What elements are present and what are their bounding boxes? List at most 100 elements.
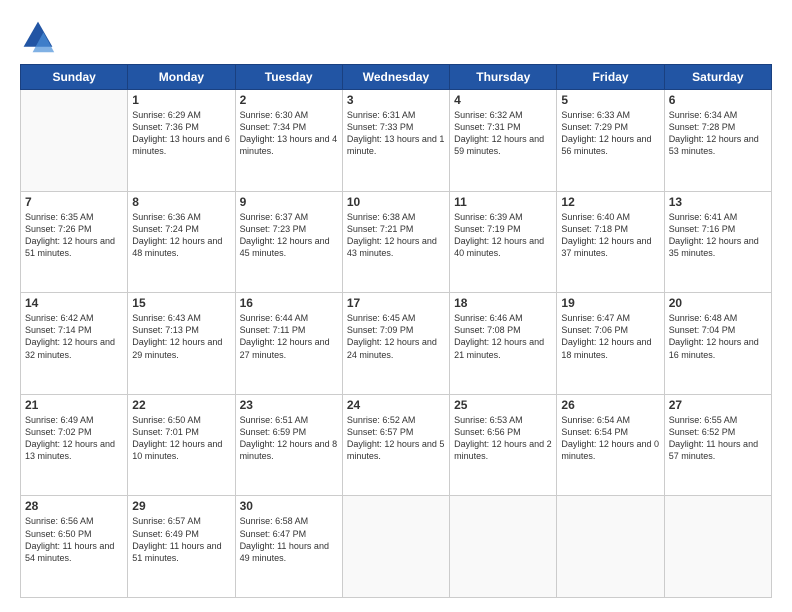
day-info: Sunrise: 6:30 AM Sunset: 7:34 PM Dayligh… [240, 109, 338, 158]
sunset: Sunset: 6:47 PM [240, 529, 307, 539]
sunrise: Sunrise: 6:42 AM [25, 313, 94, 323]
calendar-cell: 28 Sunrise: 6:56 AM Sunset: 6:50 PM Dayl… [21, 496, 128, 598]
daylight: Daylight: 12 hours and 59 minutes. [454, 134, 544, 156]
sunrise: Sunrise: 6:53 AM [454, 415, 523, 425]
sunset: Sunset: 7:06 PM [561, 325, 628, 335]
daylight: Daylight: 11 hours and 49 minutes. [240, 541, 329, 563]
sunrise: Sunrise: 6:55 AM [669, 415, 738, 425]
sunset: Sunset: 7:02 PM [25, 427, 92, 437]
calendar-cell: 14 Sunrise: 6:42 AM Sunset: 7:14 PM Dayl… [21, 293, 128, 395]
sunset: Sunset: 7:13 PM [132, 325, 199, 335]
calendar-cell: 25 Sunrise: 6:53 AM Sunset: 6:56 PM Dayl… [450, 394, 557, 496]
sunrise: Sunrise: 6:30 AM [240, 110, 309, 120]
day-info: Sunrise: 6:55 AM Sunset: 6:52 PM Dayligh… [669, 414, 767, 463]
calendar-cell: 1 Sunrise: 6:29 AM Sunset: 7:36 PM Dayli… [128, 90, 235, 192]
weekday-header-thursday: Thursday [450, 65, 557, 90]
sunrise: Sunrise: 6:32 AM [454, 110, 523, 120]
calendar-cell: 24 Sunrise: 6:52 AM Sunset: 6:57 PM Dayl… [342, 394, 449, 496]
day-number: 12 [561, 195, 659, 209]
day-number: 8 [132, 195, 230, 209]
sunset: Sunset: 6:49 PM [132, 529, 199, 539]
day-number: 29 [132, 499, 230, 513]
day-info: Sunrise: 6:32 AM Sunset: 7:31 PM Dayligh… [454, 109, 552, 158]
calendar-cell: 27 Sunrise: 6:55 AM Sunset: 6:52 PM Dayl… [664, 394, 771, 496]
sunset: Sunset: 7:29 PM [561, 122, 628, 132]
day-number: 11 [454, 195, 552, 209]
daylight: Daylight: 13 hours and 6 minutes. [132, 134, 230, 156]
calendar-cell [342, 496, 449, 598]
sunrise: Sunrise: 6:57 AM [132, 516, 201, 526]
sunrise: Sunrise: 6:50 AM [132, 415, 201, 425]
day-number: 14 [25, 296, 123, 310]
day-info: Sunrise: 6:49 AM Sunset: 7:02 PM Dayligh… [25, 414, 123, 463]
sunset: Sunset: 7:23 PM [240, 224, 307, 234]
calendar-cell: 13 Sunrise: 6:41 AM Sunset: 7:16 PM Dayl… [664, 191, 771, 293]
day-info: Sunrise: 6:48 AM Sunset: 7:04 PM Dayligh… [669, 312, 767, 361]
daylight: Daylight: 12 hours and 35 minutes. [669, 236, 759, 258]
weekday-header-friday: Friday [557, 65, 664, 90]
day-number: 16 [240, 296, 338, 310]
sunrise: Sunrise: 6:48 AM [669, 313, 738, 323]
daylight: Daylight: 12 hours and 2 minutes. [454, 439, 552, 461]
daylight: Daylight: 12 hours and 48 minutes. [132, 236, 222, 258]
day-info: Sunrise: 6:56 AM Sunset: 6:50 PM Dayligh… [25, 515, 123, 564]
sunset: Sunset: 6:52 PM [669, 427, 736, 437]
sunset: Sunset: 7:31 PM [454, 122, 521, 132]
day-info: Sunrise: 6:43 AM Sunset: 7:13 PM Dayligh… [132, 312, 230, 361]
sunset: Sunset: 7:11 PM [240, 325, 306, 335]
day-number: 10 [347, 195, 445, 209]
sunset: Sunset: 6:57 PM [347, 427, 414, 437]
day-number: 24 [347, 398, 445, 412]
daylight: Daylight: 13 hours and 1 minute. [347, 134, 445, 156]
sunset: Sunset: 7:19 PM [454, 224, 521, 234]
daylight: Daylight: 12 hours and 5 minutes. [347, 439, 445, 461]
daylight: Daylight: 12 hours and 21 minutes. [454, 337, 544, 359]
sunrise: Sunrise: 6:44 AM [240, 313, 309, 323]
calendar-cell: 20 Sunrise: 6:48 AM Sunset: 7:04 PM Dayl… [664, 293, 771, 395]
calendar-cell: 11 Sunrise: 6:39 AM Sunset: 7:19 PM Dayl… [450, 191, 557, 293]
day-info: Sunrise: 6:45 AM Sunset: 7:09 PM Dayligh… [347, 312, 445, 361]
sunrise: Sunrise: 6:49 AM [25, 415, 94, 425]
calendar: SundayMondayTuesdayWednesdayThursdayFrid… [20, 64, 772, 598]
weekday-header-wednesday: Wednesday [342, 65, 449, 90]
day-info: Sunrise: 6:33 AM Sunset: 7:29 PM Dayligh… [561, 109, 659, 158]
daylight: Daylight: 12 hours and 24 minutes. [347, 337, 437, 359]
weekday-header-row: SundayMondayTuesdayWednesdayThursdayFrid… [21, 65, 772, 90]
sunset: Sunset: 6:59 PM [240, 427, 307, 437]
day-info: Sunrise: 6:51 AM Sunset: 6:59 PM Dayligh… [240, 414, 338, 463]
day-number: 27 [669, 398, 767, 412]
daylight: Daylight: 12 hours and 45 minutes. [240, 236, 330, 258]
calendar-cell [664, 496, 771, 598]
calendar-cell: 7 Sunrise: 6:35 AM Sunset: 7:26 PM Dayli… [21, 191, 128, 293]
sunrise: Sunrise: 6:52 AM [347, 415, 416, 425]
sunrise: Sunrise: 6:47 AM [561, 313, 630, 323]
day-info: Sunrise: 6:37 AM Sunset: 7:23 PM Dayligh… [240, 211, 338, 260]
day-info: Sunrise: 6:39 AM Sunset: 7:19 PM Dayligh… [454, 211, 552, 260]
day-number: 2 [240, 93, 338, 107]
day-info: Sunrise: 6:46 AM Sunset: 7:08 PM Dayligh… [454, 312, 552, 361]
sunset: Sunset: 7:14 PM [25, 325, 92, 335]
calendar-cell: 26 Sunrise: 6:54 AM Sunset: 6:54 PM Dayl… [557, 394, 664, 496]
day-info: Sunrise: 6:35 AM Sunset: 7:26 PM Dayligh… [25, 211, 123, 260]
logo [20, 18, 60, 54]
sunset: Sunset: 7:04 PM [669, 325, 736, 335]
weekday-header-monday: Monday [128, 65, 235, 90]
daylight: Daylight: 12 hours and 43 minutes. [347, 236, 437, 258]
daylight: Daylight: 12 hours and 27 minutes. [240, 337, 330, 359]
daylight: Daylight: 12 hours and 53 minutes. [669, 134, 759, 156]
daylight: Daylight: 12 hours and 29 minutes. [132, 337, 222, 359]
sunrise: Sunrise: 6:34 AM [669, 110, 738, 120]
sunrise: Sunrise: 6:29 AM [132, 110, 201, 120]
day-info: Sunrise: 6:53 AM Sunset: 6:56 PM Dayligh… [454, 414, 552, 463]
day-info: Sunrise: 6:38 AM Sunset: 7:21 PM Dayligh… [347, 211, 445, 260]
day-info: Sunrise: 6:57 AM Sunset: 6:49 PM Dayligh… [132, 515, 230, 564]
sunset: Sunset: 7:33 PM [347, 122, 414, 132]
calendar-cell: 4 Sunrise: 6:32 AM Sunset: 7:31 PM Dayli… [450, 90, 557, 192]
day-info: Sunrise: 6:40 AM Sunset: 7:18 PM Dayligh… [561, 211, 659, 260]
calendar-cell: 2 Sunrise: 6:30 AM Sunset: 7:34 PM Dayli… [235, 90, 342, 192]
sunrise: Sunrise: 6:39 AM [454, 212, 523, 222]
sunset: Sunset: 7:21 PM [347, 224, 414, 234]
logo-icon [20, 18, 56, 54]
sunset: Sunset: 7:28 PM [669, 122, 736, 132]
calendar-cell: 17 Sunrise: 6:45 AM Sunset: 7:09 PM Dayl… [342, 293, 449, 395]
